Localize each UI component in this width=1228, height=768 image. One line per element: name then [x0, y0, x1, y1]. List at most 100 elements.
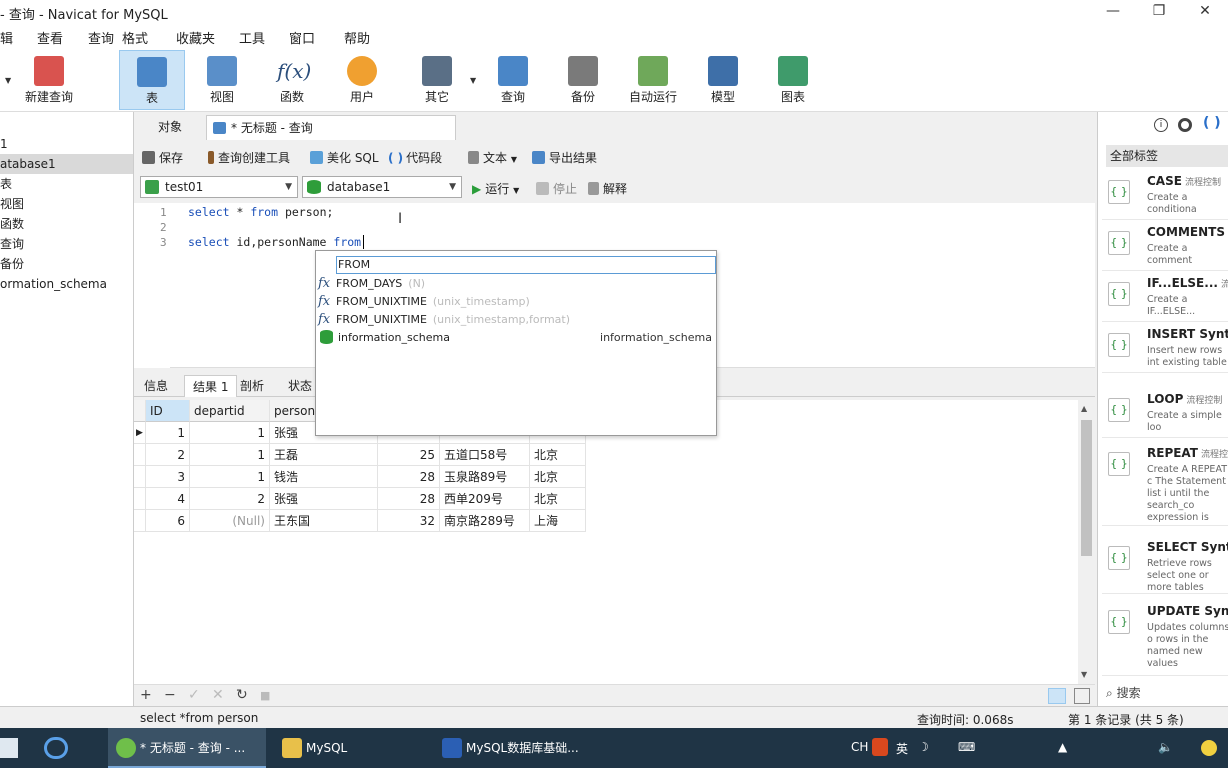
menu-window[interactable]: 窗口 — [289, 28, 315, 47]
table-cell[interactable]: 32 — [378, 510, 440, 532]
export-results-button[interactable]: 导出结果 — [532, 149, 597, 166]
column-header-id[interactable]: ID — [146, 400, 190, 422]
volume-icon[interactable]: 🔈 — [1158, 740, 1173, 754]
result-grid[interactable]: ID departid person ▶ 1 1 张强 2 1 王磊 25 五道… — [134, 400, 1095, 684]
table-cell[interactable]: 4 — [146, 488, 190, 510]
table-cell[interactable]: 北京 — [530, 488, 586, 510]
menu-edit[interactable]: 辑 — [0, 28, 13, 47]
table-cell[interactable]: 1 — [190, 444, 270, 466]
explain-button[interactable]: 解释 — [588, 180, 627, 197]
table-cell[interactable]: 2 — [190, 488, 270, 510]
minimize-button[interactable]: — — [1090, 0, 1136, 24]
preview-eye-icon[interactable] — [1178, 118, 1192, 132]
tab-result-1[interactable]: 结果 1 — [184, 375, 238, 397]
nav-item-connection[interactable]: 1 — [0, 134, 133, 154]
chart-button[interactable]: 图表 — [760, 50, 826, 110]
text-button[interactable]: 文本 ▼ — [468, 149, 517, 166]
nav-item-views[interactable]: 视图 — [0, 194, 133, 214]
table-cell[interactable]: 北京 — [530, 466, 586, 488]
taskbar-mysql-folder[interactable]: MySQL — [274, 728, 424, 768]
close-button[interactable]: ✕ — [1182, 0, 1228, 24]
dropdown-arrow-icon[interactable]: ▼ — [5, 76, 11, 85]
moon-icon[interactable]: ☽ — [918, 740, 929, 754]
refresh-button[interactable]: ↻ — [236, 687, 248, 703]
table-cell[interactable]: 25 — [378, 444, 440, 466]
snippet-item-if-else[interactable]: { } IF...ELSE...流程 Create a IF...ELSE... — [1102, 272, 1228, 322]
query-builder-button[interactable]: 查询创建工具 — [208, 149, 290, 166]
connection-select[interactable]: test01 ▼ — [140, 176, 298, 198]
beautify-sql-button[interactable]: 美化 SQL — [310, 149, 379, 166]
table-cell[interactable]: 张强 — [270, 488, 378, 510]
table-cell[interactable]: 28 — [378, 466, 440, 488]
other-dropdown-arrow-icon[interactable]: ▼ — [470, 76, 476, 85]
table-cell[interactable]: 1 — [190, 422, 270, 444]
nav-item-functions[interactable]: 函数 — [0, 214, 133, 234]
user-button[interactable]: 用户 — [329, 50, 395, 110]
tab-objects[interactable]: 对象 — [150, 115, 190, 140]
table-cell[interactable]: 西单209号 — [440, 488, 530, 510]
vertical-scrollbar[interactable]: ▲ ▼ — [1078, 400, 1095, 684]
table-button[interactable]: 表 — [119, 50, 185, 110]
tab-status[interactable]: 状态 — [280, 375, 320, 397]
stop-loading-button[interactable]: ■ — [260, 689, 270, 702]
keyboard-icon[interactable]: ⌨ — [958, 740, 975, 754]
form-view-icon[interactable] — [1074, 688, 1090, 704]
snippet-item-comments[interactable]: { }COMMENTS注Create a comment — [1102, 221, 1228, 271]
menu-favorites[interactable]: 收藏夹 — [176, 28, 215, 47]
menu-tools[interactable]: 工具 — [239, 28, 265, 47]
snippet-item-repeat[interactable]: { } REPEAT流程控制 Create A REPEAT c The State… — [1102, 442, 1228, 526]
column-header-departid[interactable]: departid — [190, 400, 270, 422]
table-cell[interactable]: 南京路289号 — [440, 510, 530, 532]
info-icon[interactable]: i — [1154, 118, 1168, 132]
table-cell[interactable]: 6 — [146, 510, 190, 532]
function-button[interactable]: f(x) 函数 — [259, 50, 325, 110]
table-cell[interactable]: 玉泉路89号 — [440, 466, 530, 488]
notification-icon[interactable] — [1201, 740, 1217, 756]
table-cell[interactable]: 28 — [378, 488, 440, 510]
table-cell[interactable]: 2 — [146, 444, 190, 466]
delete-row-button[interactable]: − — [164, 687, 176, 703]
table-cell[interactable]: 1 — [190, 466, 270, 488]
nav-item-queries[interactable]: 查询 — [0, 234, 133, 254]
add-row-button[interactable]: + — [140, 687, 152, 703]
input-mode-indicator[interactable]: 英 — [896, 740, 908, 757]
ie-browser-icon[interactable] — [44, 737, 68, 759]
table-cell[interactable]: 1 — [146, 422, 190, 444]
windows-start-icon[interactable] — [0, 738, 18, 758]
query-button[interactable]: 查询 — [480, 50, 546, 110]
scrollbar-thumb[interactable] — [1081, 420, 1092, 556]
apply-changes-button[interactable]: ✓ — [188, 687, 200, 703]
autocomplete-item[interactable]: fx FROM_UNIXTIME (unix_timestamp) — [318, 293, 714, 311]
show-hidden-icons[interactable]: ▲ — [1058, 740, 1067, 754]
table-cell[interactable]: 王磊 — [270, 444, 378, 466]
snippet-item-update[interactable]: { } UPDATE Synt Updates columns o rows in … — [1102, 600, 1228, 676]
menu-view[interactable]: 查看 — [37, 28, 63, 47]
table-cell[interactable]: 钱浩 — [270, 466, 378, 488]
autocomplete-item[interactable]: fx FROM_DAYS (N) — [318, 275, 714, 293]
table-cell[interactable]: 北京 — [530, 444, 586, 466]
table-cell-null[interactable]: (Null) — [190, 510, 270, 532]
menu-query[interactable]: 查询 — [88, 28, 114, 47]
snippet-item-case[interactable]: { } CASE 流程控制 Create a conditiona — [1102, 170, 1228, 220]
backup-button[interactable]: 备份 — [550, 50, 616, 110]
code-snippet-icon[interactable]: ( ) — [1203, 115, 1221, 131]
nav-item-tables[interactable]: 表 — [0, 174, 133, 194]
language-indicator[interactable]: CH — [851, 740, 868, 754]
snippet-item-loop[interactable]: { } LOOP 流程控制 Create a simple loo — [1102, 388, 1228, 438]
autocomplete-item[interactable]: fx FROM_UNIXTIME (unix_timestamp,format) — [318, 311, 714, 329]
table-cell[interactable]: 上海 — [530, 510, 586, 532]
snippet-item-select[interactable]: { } SELECT Synta Retrieve rows select one … — [1102, 536, 1228, 594]
table-cell[interactable]: 3 — [146, 466, 190, 488]
menu-help[interactable]: 帮助 — [344, 28, 370, 47]
save-button[interactable]: 保存 — [142, 149, 183, 166]
other-button[interactable]: 其它 — [404, 50, 470, 110]
stop-button[interactable]: 停止 — [536, 180, 577, 197]
taskbar-navicat[interactable]: * 无标题 - 查询 - ... — [108, 728, 266, 768]
scroll-down-icon[interactable]: ▼ — [1081, 670, 1087, 679]
restore-button[interactable]: ❐ — [1136, 0, 1182, 24]
autorun-button[interactable]: 自动运行 — [620, 50, 686, 110]
snippet-search[interactable]: ⌕ 搜索 — [1106, 684, 1141, 701]
run-button[interactable]: ▶ 运行 ▼ — [472, 180, 519, 197]
database-select[interactable]: database1 ▼ — [302, 176, 462, 198]
discard-changes-button[interactable]: ✕ — [212, 687, 224, 703]
